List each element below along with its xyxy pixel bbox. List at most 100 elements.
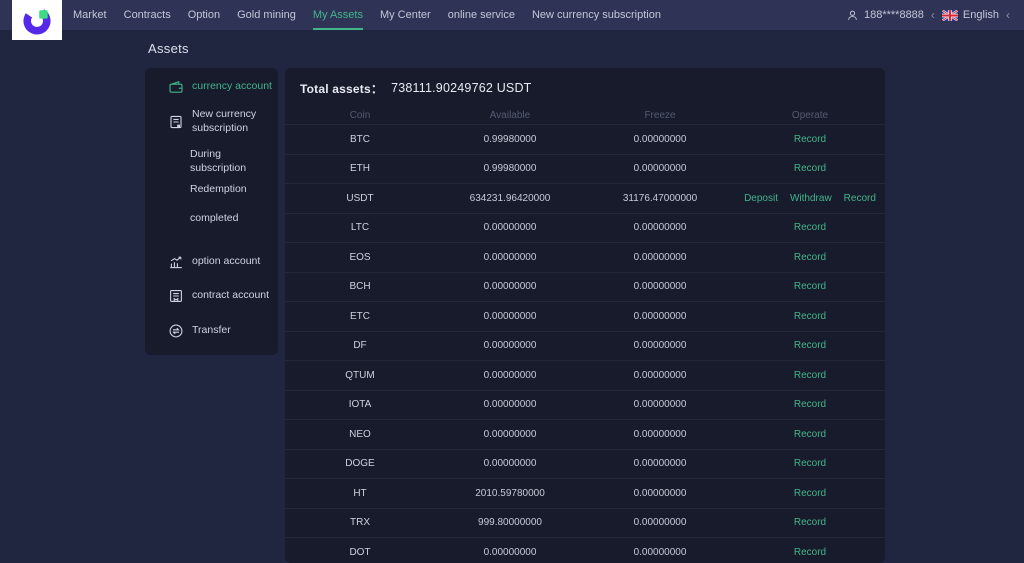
coin-symbol: QTUM [285, 370, 435, 381]
sidebar-item-completed[interactable]: completed [145, 207, 278, 231]
sidebar-item-label: During subscription [190, 148, 278, 175]
operate-cell: Record [735, 222, 885, 233]
asset-row-df: DF0.000000000.00000000Record [285, 331, 885, 361]
available-balance: 0.99980000 [435, 134, 585, 145]
sidebar-item-label: Transfer [192, 324, 231, 338]
transfer-icon [168, 323, 184, 339]
available-balance: 999.80000000 [435, 517, 585, 528]
subscription-doc-icon [168, 114, 184, 130]
coin-symbol: ETC [285, 311, 435, 322]
asset-row-dot: DOT0.000000000.00000000Record [285, 537, 885, 563]
coin-symbol: BTC [285, 134, 435, 145]
nav-item-option[interactable]: Option [188, 0, 220, 30]
nav-item-my-assets[interactable]: My Assets [313, 0, 363, 30]
record-link[interactable]: Record [794, 547, 826, 558]
sidebar-item-new-currency-subscription[interactable]: New currency subscription [145, 104, 278, 140]
record-link[interactable]: Record [794, 429, 826, 440]
sidebar-item-label: Redemption [190, 183, 247, 197]
nav-item-gold-mining[interactable]: Gold mining [237, 0, 296, 30]
sidebar-item-transfer[interactable]: Transfer [145, 317, 278, 345]
coin-symbol: TRX [285, 517, 435, 528]
top-navbar: Market Contracts Option Gold mining My Asset… [0, 0, 1024, 30]
record-link[interactable]: Record [794, 281, 826, 292]
operate-cell: Record [735, 429, 885, 440]
record-link[interactable]: Record [794, 134, 826, 145]
nav-item-contracts[interactable]: Contracts [124, 0, 171, 30]
nav-item-my-center[interactable]: My Center [380, 0, 431, 30]
nav-item-market[interactable]: Market [73, 0, 107, 30]
available-balance: 0.00000000 [435, 340, 585, 351]
asset-row-ht: HT2010.597800000.00000000Record [285, 478, 885, 508]
sidebar-item-contract-account[interactable]: contract account [145, 282, 278, 310]
record-link[interactable]: Record [794, 488, 826, 499]
record-link[interactable]: Record [794, 370, 826, 381]
asset-row-ltc: LTC0.000000000.00000000Record [285, 213, 885, 243]
column-header-available: Available [435, 110, 585, 121]
coin-symbol: EOS [285, 252, 435, 263]
record-link[interactable]: Record [794, 222, 826, 233]
operate-cell: Record [735, 399, 885, 410]
freeze-balance: 0.00000000 [585, 252, 735, 263]
record-link[interactable]: Record [794, 340, 826, 351]
available-balance: 0.00000000 [435, 458, 585, 469]
sidebar-item-redemption[interactable]: Redemption [145, 178, 278, 202]
withdraw-link[interactable]: Withdraw [790, 193, 832, 204]
person-icon [846, 9, 859, 22]
asset-row-trx: TRX999.800000000.00000000Record [285, 508, 885, 538]
nav-links: Market Contracts Option Gold mining My Asset… [73, 0, 661, 30]
brand-logo[interactable] [12, 0, 62, 40]
record-link[interactable]: Record [844, 193, 876, 204]
asset-row-usdt: USDT634231.9642000031176.47000000Deposit… [285, 183, 885, 213]
available-balance: 0.00000000 [435, 311, 585, 322]
coin-symbol: DOGE [285, 458, 435, 469]
sidebar-item-label: contract account [192, 289, 269, 303]
uk-flag-icon [942, 10, 958, 21]
asset-row-neo: NEO0.000000000.00000000Record [285, 419, 885, 449]
operate-cell: Record [735, 281, 885, 292]
contract-icon [168, 288, 184, 304]
page-title: Assets [148, 41, 189, 56]
nav-item-online-service[interactable]: online service [448, 0, 515, 30]
table-header: CoinAvailableFreezeOperate [285, 106, 885, 124]
asset-row-eth: ETH0.999800000.00000000Record [285, 154, 885, 184]
freeze-balance: 0.00000000 [585, 134, 735, 145]
record-link[interactable]: Record [794, 458, 826, 469]
assets-card: Total assets： 738111.90249762 USDT CoinA… [285, 68, 885, 563]
asset-row-doge: DOGE0.000000000.00000000Record [285, 449, 885, 479]
sidebar-item-currency-account[interactable]: currency account [145, 74, 278, 100]
freeze-balance: 0.00000000 [585, 222, 735, 233]
nav-item-new-currency-subscription[interactable]: New currency subscription [532, 0, 661, 30]
sidebar-item-option-account[interactable]: option account [145, 248, 278, 276]
record-link[interactable]: Record [794, 399, 826, 410]
chart-icon [168, 254, 184, 270]
available-balance: 0.00000000 [435, 370, 585, 381]
available-balance: 0.99980000 [435, 163, 585, 174]
user-chevron-icon[interactable]: ‹ [931, 9, 935, 21]
sidebar-item-label: New currency subscription [192, 108, 270, 135]
freeze-balance: 0.00000000 [585, 370, 735, 381]
coin-symbol: DOT [285, 547, 435, 558]
operate-cell: Deposit Withdraw Record [735, 193, 885, 204]
logo-icon [21, 4, 53, 36]
operate-cell: Record [735, 163, 885, 174]
user-account[interactable]: 188****8888 [864, 9, 924, 21]
record-link[interactable]: Record [794, 252, 826, 263]
sidebar-item-during-subscription[interactable]: During subscription [145, 150, 278, 174]
total-assets-label: Total assets： [300, 80, 383, 97]
language-chevron-icon[interactable]: ‹ [1006, 9, 1010, 21]
column-header-freeze: Freeze [585, 110, 735, 121]
coin-symbol: LTC [285, 222, 435, 233]
coin-symbol: USDT [285, 193, 435, 204]
sidebar-item-label: option account [192, 255, 260, 269]
nav-right: 188****8888 ‹ English ‹ [846, 0, 1012, 30]
record-link[interactable]: Record [794, 517, 826, 528]
record-link[interactable]: Record [794, 163, 826, 174]
operate-cell: Record [735, 252, 885, 263]
total-assets-value: 738111.90249762 USDT [391, 81, 531, 95]
language-selector[interactable]: English [963, 9, 999, 21]
operate-cell: Record [735, 488, 885, 499]
record-link[interactable]: Record [794, 311, 826, 322]
deposit-link[interactable]: Deposit [744, 193, 778, 204]
available-balance: 0.00000000 [435, 429, 585, 440]
operate-cell: Record [735, 370, 885, 381]
